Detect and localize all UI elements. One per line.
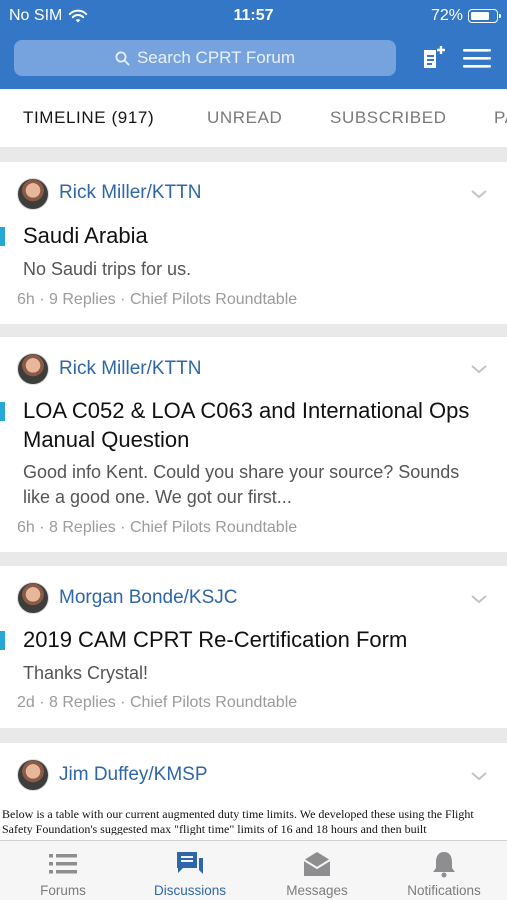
- status-bar: No SIM 11:57 72%: [0, 0, 507, 32]
- post-meta: 6h · 9 Replies · Chief Pilots Roundtable: [17, 291, 298, 308]
- unread-marker: [0, 631, 5, 650]
- post-author[interactable]: Rick Miller/KTTN: [59, 182, 202, 204]
- tab-messages[interactable]: Messages: [254, 841, 380, 900]
- tab-subscribed[interactable]: SUBSCRIBED: [330, 108, 447, 128]
- post-document-preview: Below is a table with our current augmen…: [2, 807, 474, 835]
- tab-discussions[interactable]: Discussions: [127, 841, 253, 900]
- post-title[interactable]: Saudi Arabia: [23, 221, 487, 250]
- post-title[interactable]: LOA C052 & LOA C063 and International Op…: [23, 396, 487, 454]
- hamburger-icon: [463, 49, 491, 68]
- post-meta: 2d · 8 Replies · Chief Pilots Roundtable: [17, 694, 298, 711]
- envelope-icon: [303, 852, 331, 876]
- avatar[interactable]: [17, 582, 49, 614]
- search-placeholder: Search CPRT Forum: [136, 48, 296, 67]
- unread-marker: [0, 402, 5, 421]
- tab-forums[interactable]: Forums: [0, 841, 126, 900]
- avatar[interactable]: [17, 759, 49, 791]
- post-card[interactable]: Morgan Bonde/KSJC 2019 CAM CPRT Re-Certi…: [0, 566, 507, 728]
- chevron-down-icon[interactable]: [469, 188, 489, 200]
- menu-button[interactable]: [461, 42, 493, 74]
- tab-partial[interactable]: PA: [494, 108, 507, 128]
- bell-icon: [433, 852, 455, 878]
- chevron-down-icon[interactable]: [469, 363, 489, 375]
- post-author[interactable]: Rick Miller/KTTN: [59, 358, 202, 380]
- bottom-tab-bar: Forums Discussions Messages Notification…: [0, 840, 507, 900]
- compose-icon: [424, 46, 445, 68]
- tab-label: Notifications: [407, 883, 481, 898]
- tab-timeline[interactable]: TIMELINE (917): [23, 108, 154, 128]
- avatar[interactable]: [17, 178, 49, 210]
- search-input[interactable]: Search CPRT Forum: [14, 40, 396, 76]
- filter-tabs: TIMELINE (917) UNREAD SUBSCRIBED PA: [0, 89, 507, 147]
- post-author[interactable]: Morgan Bonde/KSJC: [59, 587, 238, 609]
- battery-indicator: 72%: [430, 7, 501, 25]
- search-icon: [115, 51, 130, 65]
- post-excerpt: Good info Kent. Could you share your sou…: [23, 462, 460, 507]
- unread-marker: [0, 227, 5, 246]
- app-header: No SIM 11:57 72% Search CPRT Forum: [0, 0, 507, 89]
- tab-label: Messages: [286, 883, 348, 898]
- chevron-down-icon[interactable]: [469, 770, 489, 782]
- new-post-button[interactable]: [418, 42, 450, 74]
- post-card[interactable]: Rick Miller/KTTN LOA C052 & LOA C063 and…: [0, 337, 507, 552]
- post-card[interactable]: Rick Miller/KTTN Saudi Arabia No Saudi t…: [0, 162, 507, 324]
- post-title[interactable]: 2019 CAM CPRT Re-Certification Form: [23, 625, 487, 654]
- avatar[interactable]: [17, 353, 49, 385]
- tab-label: Forums: [40, 883, 86, 898]
- chevron-down-icon[interactable]: [469, 593, 489, 605]
- post-meta: 6h · 8 Replies · Chief Pilots Roundtable: [17, 519, 298, 536]
- tab-unread[interactable]: UNREAD: [207, 108, 282, 128]
- tab-notifications[interactable]: Notifications: [381, 841, 507, 900]
- post-excerpt: No Saudi trips for us.: [23, 259, 192, 279]
- post-author[interactable]: Jim Duffey/KMSP: [59, 764, 208, 786]
- battery-percent: 72%: [430, 7, 463, 24]
- battery-icon: [468, 9, 501, 23]
- post-excerpt: Thanks Crystal!: [23, 663, 149, 683]
- tab-label: Discussions: [153, 883, 227, 898]
- post-card[interactable]: Jim Duffey/KMSP Below is a table with ou…: [0, 743, 507, 840]
- list-icon: [49, 854, 77, 874]
- chat-icon: [177, 852, 203, 874]
